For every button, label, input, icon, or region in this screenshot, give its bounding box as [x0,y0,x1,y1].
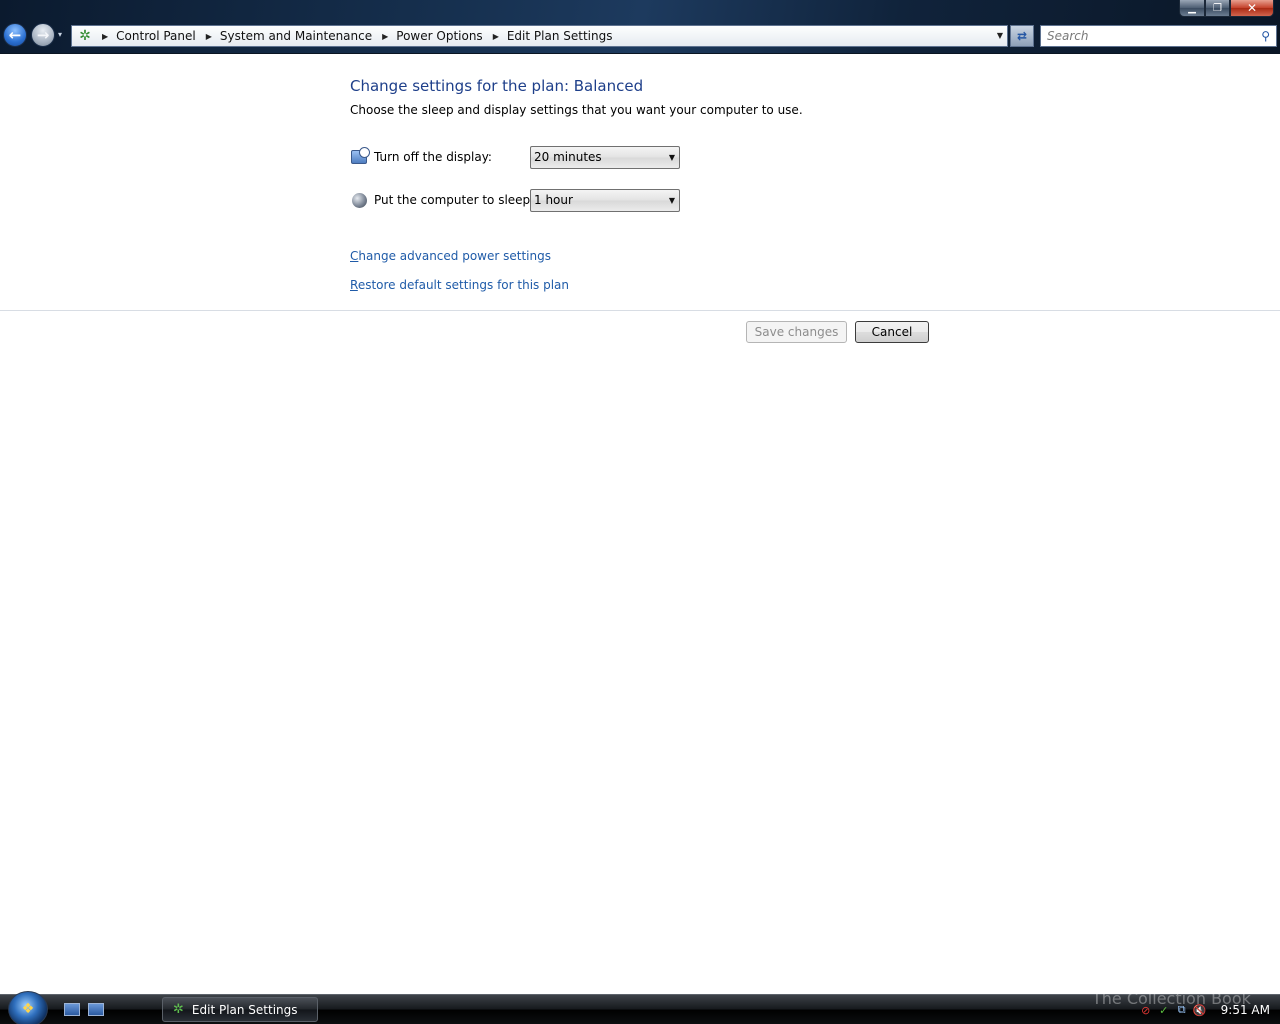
chevron-down-icon: ▼ [668,152,675,162]
search-box[interactable]: ⚲ [1040,25,1277,47]
sleep-setting-row: Put the computer to sleep: 1 hour ▼ [350,188,680,212]
breadcrumb-edit-plan-settings[interactable]: Edit Plan Settings [505,29,617,43]
restore-default-settings-link[interactable]: Restore default settings for this plan [350,278,569,292]
network-icon[interactable]: ⧉ [1175,1003,1189,1017]
recent-pages-dropdown-icon[interactable]: ▾ [58,30,62,39]
breadcrumb-power-options[interactable]: Power Options [394,29,486,43]
breadcrumb-arrow[interactable]: ▶ [200,32,218,41]
cancel-button[interactable]: Cancel [855,321,929,343]
chevron-down-icon: ▼ [668,195,675,205]
show-desktop-icon[interactable] [64,1003,80,1016]
breadcrumb-system-and-maintenance[interactable]: System and Maintenance [218,29,376,43]
forward-button[interactable]: → [31,23,55,47]
display-setting-row: Turn off the display: 20 minutes ▼ [350,145,680,169]
display-icon [350,147,370,166]
sleep-setting-label: Put the computer to sleep: [374,193,535,207]
search-icon[interactable]: ⚲ [1261,29,1270,43]
address-dropdown-icon[interactable]: ▼ [997,31,1003,40]
start-button[interactable]: ❖ [8,991,48,1024]
breadcrumb-arrow[interactable]: ▶ [487,32,505,41]
close-button[interactable]: ✕ [1230,0,1274,17]
control-panel-icon: ✲ [79,28,91,44]
page-title: Change settings for the plan: Balanced [350,77,644,95]
explorer-header: ▁ ❐ ✕ ← → ▾ ✲ ▶ Control Panel ▶ System a… [0,0,1280,54]
taskbar-task-edit-plan-settings[interactable]: ✲ Edit Plan Settings [162,997,318,1022]
defender-icon[interactable]: ⊘ [1139,1003,1153,1017]
clock[interactable]: 9:51 AM [1221,1003,1270,1017]
sleep-icon [350,191,368,209]
main-content: Change settings for the plan: Balanced C… [0,55,1280,993]
security-center-icon[interactable]: ✓ [1157,1003,1171,1017]
windows-logo-icon: ❖ [21,1001,35,1017]
taskbar: ❖ ✲ Edit Plan Settings The Collection Bo… [0,989,1280,1024]
link-text: estore default settings for this plan [357,278,570,292]
breadcrumb-root-arrow[interactable]: ▶ [96,32,114,41]
display-timeout-select[interactable]: 20 minutes ▼ [530,145,680,169]
sleep-timeout-select[interactable]: 1 hour ▼ [530,188,680,212]
system-tray: ⊘ ✓ ⧉ 🔇 9:51 AM [1135,1001,1270,1019]
back-button[interactable]: ← [3,23,27,47]
breadcrumb-arrow[interactable]: ▶ [376,32,394,41]
control-panel-icon: ✲ [173,1002,184,1017]
switch-windows-icon[interactable] [88,1003,104,1016]
display-setting-label: Turn off the display: [374,150,492,164]
address-bar[interactable]: ✲ ▶ Control Panel ▶ System and Maintenan… [71,25,1008,47]
change-advanced-power-settings-link[interactable]: Change advanced power settings [350,249,551,263]
divider [0,310,1280,311]
minimize-button[interactable]: ▁ [1179,0,1205,17]
search-input[interactable] [1047,29,1247,43]
window-controls: ▁ ❐ ✕ [1179,0,1274,17]
maximize-button[interactable]: ❐ [1205,0,1230,17]
sleep-timeout-value: 1 hour [534,193,573,207]
volume-muted-icon[interactable]: 🔇 [1193,1003,1207,1017]
breadcrumb-control-panel[interactable]: Control Panel [114,29,200,43]
save-changes-button[interactable]: Save changes [746,321,847,343]
display-timeout-value: 20 minutes [534,150,602,164]
link-text: hange advanced power settings [358,249,551,263]
page-subtitle: Choose the sleep and display settings th… [350,103,803,117]
taskbar-task-label: Edit Plan Settings [191,1002,298,1017]
refresh-button[interactable]: ⇄ [1010,25,1034,47]
access-key: R [350,278,358,292]
